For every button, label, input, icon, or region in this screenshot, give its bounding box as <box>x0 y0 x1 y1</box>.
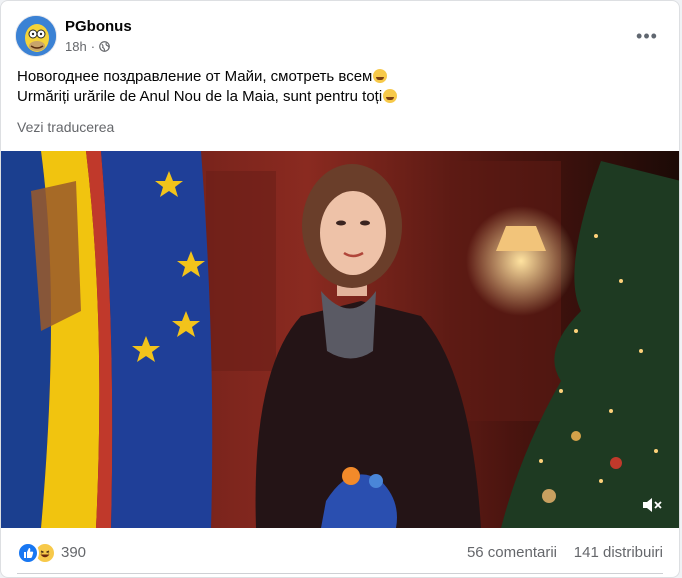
post-text-line-1-content: Новогоднее поздравление от Майи, смотрет… <box>17 68 373 85</box>
video-frame <box>1 151 679 528</box>
action-divider <box>17 573 663 574</box>
meta-separator: · <box>90 39 96 54</box>
post-text-line-1: Новогоднее поздравление от Майи, смотрет… <box>17 67 397 87</box>
more-options-button[interactable]: ••• <box>629 21 665 51</box>
post-time[interactable]: 18h <box>65 39 87 54</box>
page-name[interactable]: PGbonus <box>65 18 132 35</box>
see-translation-link[interactable]: Vezi traducerea <box>17 119 114 135</box>
video-player[interactable] <box>1 151 679 528</box>
post-card: PGbonus 18h · ••• Новогоднее поздравлени… <box>0 0 680 578</box>
post-text: Новогоднее поздравление от Майи, смотрет… <box>17 67 398 107</box>
shares-count[interactable]: 141 distribuiri <box>574 544 663 561</box>
post-text-line-2: Urmăriți urările de Anul Nou de la Maia,… <box>17 87 398 107</box>
post-header: PGbonus 18h · ••• <box>15 15 665 59</box>
comments-count[interactable]: 56 comentarii <box>467 544 557 561</box>
like-reaction-icon <box>17 542 39 564</box>
rofl-emoji-icon <box>383 89 398 103</box>
rofl-emoji-icon <box>373 69 388 83</box>
post-text-line-2-content: Urmăriți urările de Anul Nou de la Maia,… <box>17 88 383 105</box>
page-avatar[interactable] <box>15 15 57 57</box>
reaction-icons[interactable] <box>17 542 56 564</box>
reaction-count[interactable]: 390 <box>61 544 86 561</box>
globe-icon[interactable] <box>99 41 110 52</box>
avatar-image <box>16 16 56 56</box>
mute-icon[interactable] <box>639 492 665 518</box>
reactions-summary: 390 56 comentarii 141 distribuiri <box>17 538 663 568</box>
post-meta: 18h · <box>65 39 110 54</box>
